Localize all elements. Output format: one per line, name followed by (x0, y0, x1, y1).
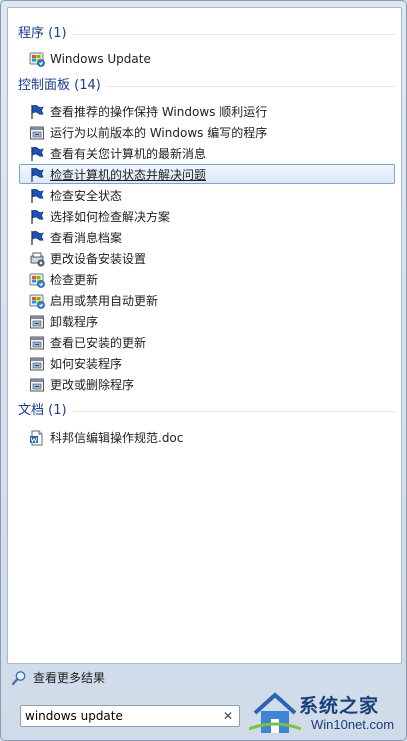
control-panel-result[interactable]: 查看消息档案 (19, 227, 395, 247)
windows-update-icon (29, 293, 45, 309)
site-watermark: 系统之家 Win10net.com (249, 689, 405, 739)
control-panel-result[interactable]: 运行为以前版本的 Windows 编写的程序 (19, 122, 395, 142)
group-header-control-panel[interactable]: 控制面板 (14) (18, 76, 395, 96)
flag-icon (29, 188, 45, 204)
watermark-subtitle: Win10net.com (311, 717, 395, 732)
control-panel-result[interactable]: 查看有关您计算机的最新消息 (19, 143, 395, 163)
close-icon[interactable]: ✕ (221, 708, 235, 724)
result-label: 选择如何检查解决方案 (50, 210, 171, 224)
control-panel-result[interactable]: 查看推荐的操作保持 Windows 顺利运行 (19, 101, 395, 121)
flag-icon (29, 104, 45, 120)
search-input[interactable] (25, 708, 215, 724)
result-label: 查看已安装的更新 (50, 336, 147, 350)
control-panel-result[interactable]: 选择如何检查解决方案 (19, 206, 395, 226)
result-label: 启用或禁用自动更新 (50, 294, 159, 308)
start-menu: 程序 (1) Windows Update 控制面板 (14) 文档 (1) 科… (0, 0, 407, 741)
control-panel-result[interactable]: 更改设备安装设置 (19, 248, 395, 268)
control-panel-result[interactable]: 查看已安装的更新 (19, 332, 395, 352)
result-label: 卸载程序 (50, 315, 99, 329)
program-icon (29, 125, 45, 141)
result-label: 更改或删除程序 (50, 378, 135, 392)
search-results-panel: 程序 (1) Windows Update 控制面板 (14) 文档 (1) 科… (7, 7, 402, 664)
windows-update-icon (29, 272, 45, 288)
program-icon (29, 335, 45, 351)
result-label: 检查计算机的状态并解决问题 (50, 168, 207, 182)
result-label: 更改设备安装设置 (50, 252, 147, 266)
result-label: Windows Update (50, 52, 151, 66)
control-panel-result[interactable]: 更改或删除程序 (19, 374, 395, 394)
control-panel-result[interactable]: 如何安装程序 (19, 353, 395, 373)
result-label: 科邦信编辑操作规范.doc (50, 431, 184, 445)
result-label: 查看有关您计算机的最新消息 (50, 147, 207, 161)
search-box[interactable]: ✕ (20, 705, 240, 727)
group-divider (18, 411, 395, 412)
group-divider (18, 34, 395, 35)
watermark-title: 系统之家 (299, 695, 380, 717)
control-panel-result[interactable]: 检查更新 (19, 269, 395, 289)
result-windows-update[interactable]: Windows Update (19, 48, 395, 68)
search-icon (11, 670, 27, 686)
flag-icon (29, 209, 45, 225)
result-label: 如何安装程序 (50, 357, 123, 371)
program-icon (29, 314, 45, 330)
result-document[interactable]: 科邦信编辑操作规范.doc (19, 427, 395, 447)
result-label: 查看推荐的操作保持 Windows 顺利运行 (50, 105, 268, 119)
word-document-icon (29, 430, 45, 446)
result-label: 运行为以前版本的 Windows 编写的程序 (50, 126, 268, 140)
control-panel-result[interactable]: 检查计算机的状态并解决问题 (19, 164, 395, 184)
result-label: 检查更新 (50, 273, 99, 287)
program-icon (29, 377, 45, 393)
result-label: 检查安全状态 (50, 189, 123, 203)
windows-update-icon (29, 51, 45, 67)
house-logo-icon (249, 692, 301, 733)
program-icon (29, 356, 45, 372)
flag-icon (29, 230, 45, 246)
device-icon (29, 251, 45, 267)
control-panel-result[interactable]: 启用或禁用自动更新 (19, 290, 395, 310)
result-label: 查看消息档案 (50, 231, 123, 245)
control-panel-result[interactable]: 卸载程序 (19, 311, 395, 331)
flag-icon (29, 146, 45, 162)
group-header-documents[interactable]: 文档 (1) (18, 401, 395, 421)
group-header-programs[interactable]: 程序 (1) (18, 24, 395, 44)
control-panel-result[interactable]: 检查安全状态 (19, 185, 395, 205)
flag-icon (29, 167, 45, 183)
